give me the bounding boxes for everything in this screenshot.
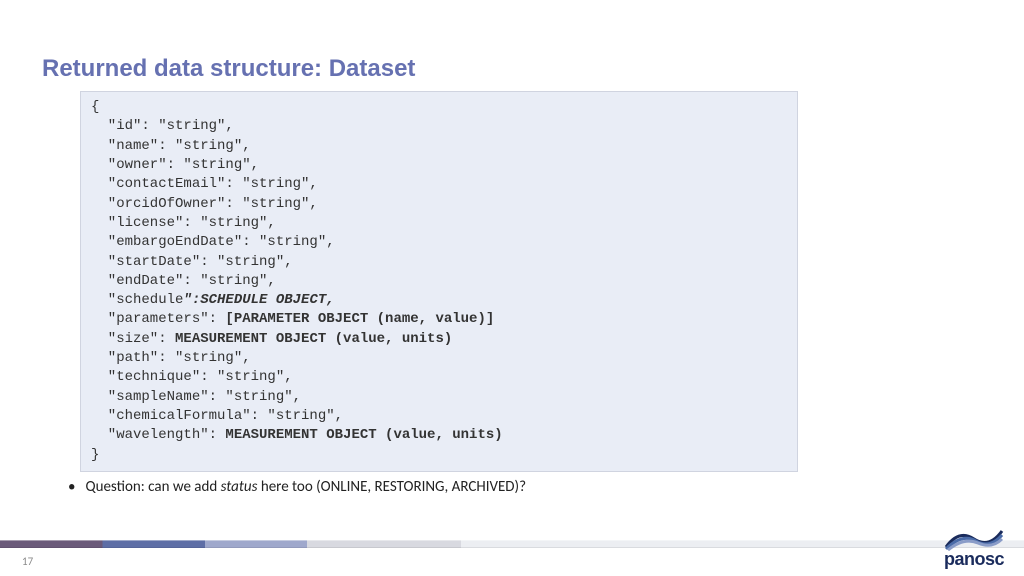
code-close: } <box>91 447 99 463</box>
code-wave-prefix: "wavelength": <box>91 427 225 443</box>
code-size-bold: MEASUREMENT OBJECT (value, units) <box>175 331 452 347</box>
slide: Returned data structure: Dataset { "id":… <box>0 0 1024 576</box>
bullet-italic: status <box>221 478 258 496</box>
panosc-logo: panosc <box>944 527 1004 570</box>
code-line: "embargoEndDate": "string", <box>91 234 335 250</box>
code-line: "name": "string", <box>91 138 251 154</box>
code-schedule-bold: ":SCHEDULE OBJECT, <box>183 292 334 308</box>
slide-title: Returned data structure: Dataset <box>0 0 1024 91</box>
code-line: "path": "string", <box>91 350 251 366</box>
logo-text: panosc <box>944 549 1004 570</box>
code-line: "sampleName": "string", <box>91 389 301 405</box>
bullet-suffix: here too (ONLINE, RESTORING, ARCHIVED)? <box>257 478 526 496</box>
bullet-text: Question: can we add status here too (ON… <box>85 478 526 496</box>
code-line: "startDate": "string", <box>91 254 293 270</box>
logo-waves-icon <box>944 527 1004 551</box>
page-number: 17 <box>22 555 33 568</box>
code-open: { <box>91 99 99 115</box>
code-line: "id": "string", <box>91 118 234 134</box>
code-params-prefix: "parameters": <box>91 311 225 327</box>
code-line: "chemicalFormula": "string", <box>91 408 343 424</box>
footer-divider <box>0 540 1024 548</box>
code-block: { "id": "string", "name": "string", "own… <box>80 91 798 472</box>
bullet-prefix: Question: can we add <box>85 478 220 496</box>
code-schedule-prefix: "schedule <box>91 292 183 308</box>
code-line: "endDate": "string", <box>91 273 276 289</box>
code-size-prefix: "size": <box>91 331 175 347</box>
code-line: "technique": "string", <box>91 369 293 385</box>
code-wave-bold: MEASUREMENT OBJECT (value, units) <box>225 427 502 443</box>
code-line: "orcidOfOwner": "string", <box>91 196 318 212</box>
question-bullet: • Question: can we add status here too (… <box>0 472 1024 496</box>
code-line: "owner": "string", <box>91 157 259 173</box>
code-line: "license": "string", <box>91 215 276 231</box>
code-params-bold: [PARAMETER OBJECT (name, value)] <box>225 311 494 327</box>
code-line: "contactEmail": "string", <box>91 176 318 192</box>
bullet-dot-icon: • <box>68 478 75 496</box>
